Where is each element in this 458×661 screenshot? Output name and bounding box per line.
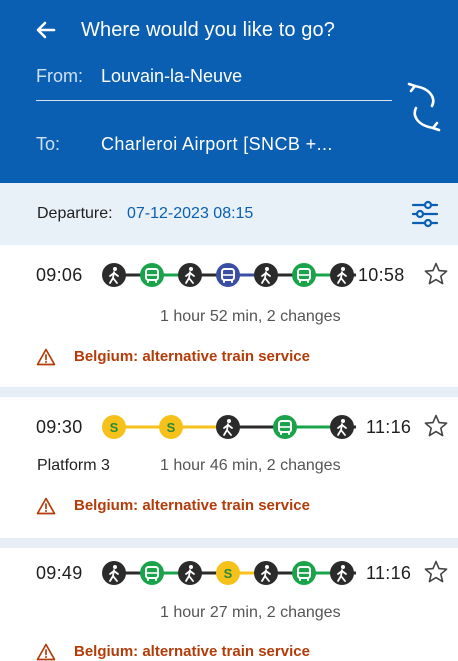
train-icon: S	[216, 561, 240, 585]
walk-icon	[254, 561, 278, 585]
departure-datetime[interactable]: 07-12-2023 08:15	[127, 205, 253, 223]
walk-icon	[254, 263, 278, 287]
service-alert[interactable]: Belgium: alternative train service	[74, 348, 310, 365]
journey-card[interactable]: 09:06 10:58 1 hour 52 min, 2 changes Bel…	[0, 245, 458, 387]
search-header: Where would you like to go? From: Louvai…	[0, 0, 458, 183]
warning-icon	[36, 643, 56, 661]
warning-icon	[36, 497, 56, 515]
walk-icon	[178, 263, 202, 287]
swap-icon[interactable]	[406, 82, 442, 132]
route-legs: S	[102, 561, 356, 585]
favorite-star-icon[interactable]	[423, 413, 449, 439]
back-arrow-icon[interactable]	[34, 18, 58, 42]
bus-icon	[140, 263, 164, 287]
svg-text:S: S	[167, 420, 176, 435]
svg-text:S: S	[110, 420, 119, 435]
bus-icon	[292, 561, 316, 585]
walk-icon	[102, 263, 126, 287]
departure-bar[interactable]: Departure: 07-12-2023 08:15	[0, 183, 458, 245]
walk-icon	[102, 561, 126, 585]
platform-info: Platform 3	[37, 457, 110, 474]
journey-card[interactable]: 09:49 S 11:16 1 hour 27 min, 2 changes B…	[0, 548, 458, 661]
duration-changes: 1 hour 46 min, 2 changes	[160, 457, 341, 474]
bus-icon	[216, 263, 240, 287]
field-divider	[36, 100, 392, 101]
route-legs: SS	[102, 415, 356, 439]
walk-icon	[330, 415, 354, 439]
warning-icon	[36, 348, 56, 366]
to-label: To:	[36, 134, 61, 154]
page-title: Where would you like to go?	[81, 19, 335, 41]
service-alert[interactable]: Belgium: alternative train service	[74, 497, 310, 514]
card-separator	[0, 538, 458, 548]
route-legs	[102, 263, 356, 287]
svg-text:S: S	[224, 566, 233, 581]
filter-settings-icon[interactable]	[410, 199, 440, 229]
walk-icon	[330, 263, 354, 287]
arrival-time: 11:16	[366, 417, 412, 437]
duration-changes: 1 hour 52 min, 2 changes	[160, 308, 341, 325]
favorite-star-icon[interactable]	[423, 559, 449, 585]
departure-time: 09:06	[36, 265, 83, 285]
walk-icon	[178, 561, 202, 585]
bus-icon	[292, 263, 316, 287]
favorite-star-icon[interactable]	[423, 261, 449, 287]
bus-icon	[140, 561, 164, 585]
walk-icon	[330, 561, 354, 585]
duration-changes: 1 hour 27 min, 2 changes	[160, 604, 341, 621]
service-alert[interactable]: Belgium: alternative train service	[74, 643, 310, 660]
from-field[interactable]: Louvain-la-Neuve	[101, 66, 242, 87]
departure-time: 09:49	[36, 563, 83, 583]
departure-label: Departure:	[37, 205, 113, 222]
from-label: From:	[36, 66, 83, 86]
arrival-time: 10:58	[358, 265, 405, 285]
train-icon: S	[159, 415, 183, 439]
departure-time: 09:30	[36, 417, 83, 437]
card-separator	[0, 387, 458, 397]
arrival-time: 11:16	[366, 563, 412, 583]
journey-card[interactable]: 09:30 SS 11:16 Platform 3 1 hour 46 min,…	[0, 397, 458, 538]
bus-icon	[273, 415, 297, 439]
walk-icon	[216, 415, 240, 439]
to-field[interactable]: Charleroi Airport [SNCB +...	[101, 134, 333, 155]
train-icon: S	[102, 415, 126, 439]
